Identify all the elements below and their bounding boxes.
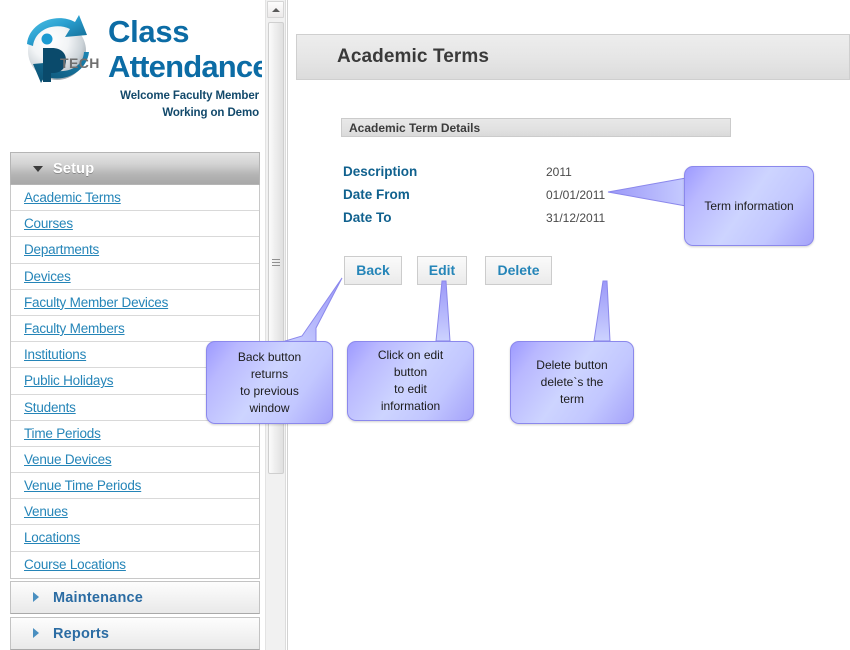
field-row-date-to: Date To 31/12/2011 — [343, 210, 683, 233]
callout-tail-edit — [428, 280, 460, 345]
up-arrow-glyph — [271, 7, 280, 12]
page-title-bar: Academic Terms — [296, 34, 850, 80]
sidebar-item-faculty-member-devices[interactable]: Faculty Member Devices — [11, 289, 259, 316]
section-header-label: Academic Term Details — [349, 121, 481, 135]
field-value: 31/12/2011 — [546, 211, 606, 225]
app-title-line1: Class — [108, 14, 190, 49]
callout-delete-line1: Delete button — [536, 358, 608, 372]
callout-delete-text: Delete button delete`s the term — [511, 357, 633, 408]
callout-edit-text: Click on edit button to edit information — [348, 347, 473, 415]
working-context: Working on Demo — [162, 107, 259, 119]
sidebar-item-label[interactable]: Public Holidays — [24, 373, 113, 388]
welcome-message: Welcome Faculty Member — [120, 90, 259, 102]
callout-edit-line1: Click on edit button — [377, 348, 444, 379]
sidebar-item-label[interactable]: Venues — [24, 504, 68, 519]
callout-edit-button: Click on edit button to edit information — [347, 341, 474, 421]
callout-edit-line2: to edit information — [380, 382, 441, 413]
field-label: Description — [343, 164, 418, 179]
callout-tail-back — [281, 277, 344, 346]
sidebar-item-locations[interactable]: Locations — [11, 525, 259, 552]
sidebar-item-devices[interactable]: Devices — [11, 263, 259, 290]
field-label: Date To — [343, 210, 392, 225]
delete-button[interactable]: Delete — [485, 256, 552, 285]
main-content: Academic Terms Academic Term Details Des… — [289, 0, 850, 650]
sidebar-item-venue-devices[interactable]: Venue Devices — [11, 446, 259, 474]
sidebar-item-label[interactable]: Faculty Member Devices — [24, 295, 168, 310]
sidebar-item-label[interactable]: Departments — [24, 242, 99, 257]
chevron-right-icon — [33, 628, 39, 639]
callout-tail-term — [607, 176, 690, 212]
sidebar-item-label[interactable]: Venue Devices — [24, 452, 112, 467]
callout-back-text: Back button returns to previous window — [207, 349, 332, 417]
iptech-globe-logo-icon: TECH — [13, 6, 108, 90]
application-window: TECH Class Attendance Welcome Faculty Me… — [0, 0, 850, 650]
sidebar-item-courses[interactable]: Courses — [11, 211, 259, 238]
sidebar-item-label[interactable]: Academic Terms — [24, 190, 121, 205]
brand-header: TECH Class Attendance Welcome Faculty Me… — [0, 0, 262, 128]
scroll-up-arrow-icon[interactable] — [267, 1, 284, 18]
page-title: Academic Terms — [337, 46, 490, 67]
left-sidebar: TECH Class Attendance Welcome Faculty Me… — [0, 0, 262, 650]
callout-back-button: Back button returns to previous window — [206, 341, 333, 424]
sidebar-group-setup[interactable]: Setup — [10, 152, 260, 185]
callout-delete-line2: delete`s the term — [540, 375, 604, 406]
svg-text:TECH: TECH — [60, 55, 100, 71]
app-title-line2: Attendance — [108, 49, 262, 84]
callout-tail-delete — [588, 280, 622, 345]
callout-back-line2: to previous window — [240, 383, 299, 415]
callout-back-line1: Back button returns — [237, 349, 302, 381]
callout-delete-button: Delete button delete`s the term — [510, 341, 634, 424]
sidebar-group-maintenance-label: Maintenance — [53, 589, 144, 606]
sidebar-item-course-locations[interactable]: Course Locations — [11, 551, 259, 578]
sidebar-item-label[interactable]: Institutions — [24, 347, 86, 362]
sidebar-item-venue-time-periods[interactable]: Venue Time Periods — [11, 473, 259, 500]
callout-term-information: Term information — [684, 166, 814, 246]
sidebar-group-maintenance[interactable]: Maintenance — [10, 580, 260, 614]
sidebar-item-label[interactable]: Students — [24, 400, 76, 415]
sidebar-item-venues[interactable]: Venues — [11, 499, 259, 526]
sidebar-item-label[interactable]: Course Locations — [24, 557, 126, 572]
app-title: Class Attendance — [108, 14, 262, 84]
section-header-bar: Academic Term Details — [341, 118, 731, 137]
sidebar-item-label[interactable]: Venue Time Periods — [24, 478, 141, 493]
chevron-down-icon — [33, 165, 43, 172]
sidebar-item-time-periods[interactable]: Time Periods — [11, 420, 259, 447]
field-value: 2011 — [546, 165, 572, 179]
sidebar-item-faculty-members[interactable]: Faculty Members — [11, 315, 259, 343]
field-label: Date From — [343, 187, 410, 202]
sidebar-item-academic-terms[interactable]: Academic Terms — [11, 185, 259, 212]
chevron-right-icon — [33, 592, 39, 603]
sidebar-item-label[interactable]: Time Periods — [24, 426, 101, 441]
sidebar-item-label[interactable]: Devices — [24, 269, 71, 284]
sidebar-item-label[interactable]: Courses — [24, 216, 73, 231]
sidebar-group-reports-label: Reports — [53, 625, 110, 642]
sidebar-item-departments[interactable]: Departments — [11, 237, 259, 264]
scroll-grip-icon — [272, 259, 280, 268]
sidebar-item-label[interactable]: Locations — [24, 530, 80, 545]
sidebar-item-label[interactable]: Faculty Members — [24, 321, 125, 336]
sidebar-group-reports[interactable]: Reports — [10, 616, 260, 650]
sidebar-group-setup-label: Setup — [53, 161, 95, 177]
back-button[interactable]: Back — [344, 256, 402, 285]
callout-term-text: Term information — [704, 198, 794, 213]
field-value: 01/01/2011 — [546, 188, 606, 202]
